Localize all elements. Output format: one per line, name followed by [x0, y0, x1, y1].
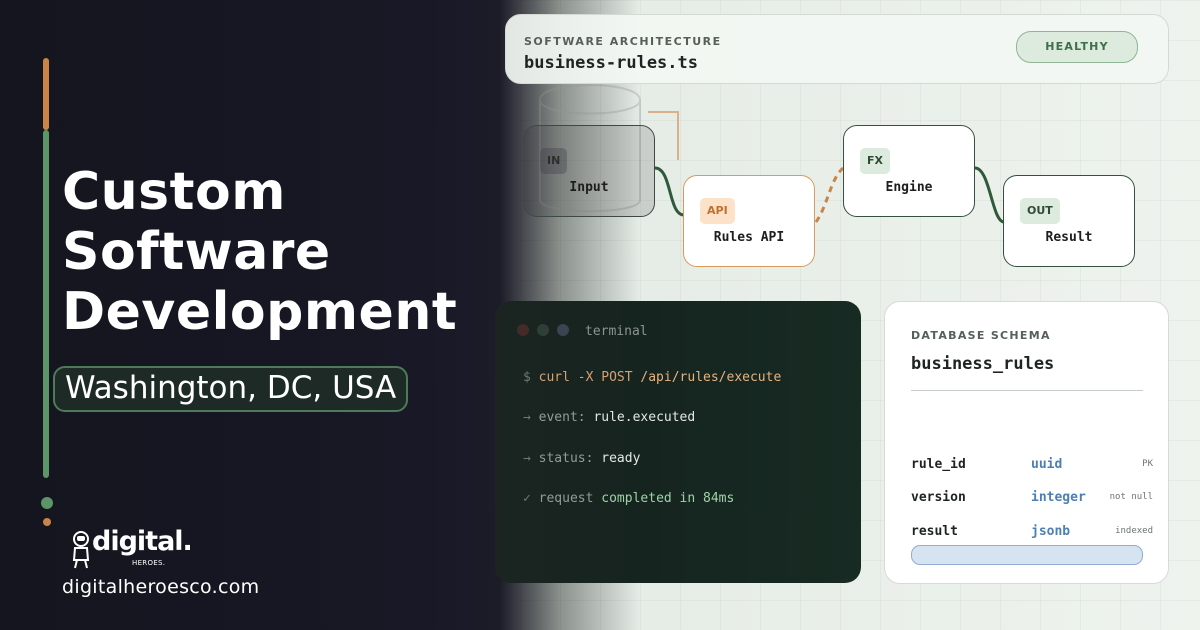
schema-highlight-bar	[911, 545, 1143, 565]
column-name: result	[911, 524, 958, 539]
node-tag: IN	[540, 148, 568, 174]
schema-divider	[911, 390, 1143, 391]
node-label: Result	[1045, 230, 1093, 245]
prompt-icon: $	[523, 370, 531, 385]
terminal-line: $ curl -X POST /api/rules/execute	[523, 370, 781, 385]
flow-node-result[interactable]: OUT Result	[1003, 175, 1135, 267]
window-dot-icon	[557, 324, 569, 336]
column-flag: not null	[1109, 492, 1153, 502]
terminal-text: status:	[538, 451, 602, 466]
arrow-right-icon: →	[523, 410, 531, 425]
terminal-text: /api/rules/execute	[640, 370, 782, 385]
schema-table-name: business_rules	[911, 354, 1055, 374]
schema-row: version integer not null	[911, 490, 1153, 508]
terminal-text: event:	[538, 410, 594, 425]
terminal-text: ready	[601, 451, 641, 466]
node-tag: OUT	[1020, 198, 1060, 224]
window-dot-icon	[537, 324, 549, 336]
flow-node-input[interactable]: IN Input	[523, 125, 655, 217]
column-flag: indexed	[1115, 526, 1153, 536]
terminal-title: terminal	[585, 324, 648, 339]
node-tag: API	[700, 198, 735, 224]
schema-row: result jsonb indexed	[911, 524, 1153, 542]
column-name: rule_id	[911, 457, 966, 472]
database-schema-card: DATABASE SCHEMA business_rules rule_id u…	[884, 301, 1169, 584]
column-type: jsonb	[1031, 524, 1071, 539]
connector-api-engine	[814, 166, 845, 223]
column-type: uuid	[1031, 457, 1063, 472]
terminal-line: ✓ request completed in 84ms	[523, 491, 734, 506]
flow-node-engine[interactable]: FX Engine	[843, 125, 975, 217]
column-type: integer	[1031, 490, 1086, 505]
node-label: Input	[569, 180, 609, 195]
column-name: version	[911, 490, 966, 505]
arrow-right-icon: →	[523, 451, 531, 466]
terminal-text: completed in 84ms	[601, 491, 735, 506]
connector-input-api	[654, 166, 685, 217]
terminal-text: rule.executed	[593, 410, 696, 425]
column-flag: PK	[1142, 459, 1153, 469]
terminal-text: request	[538, 491, 602, 506]
terminal-window	[495, 301, 861, 583]
flow-node-rules-api[interactable]: API Rules API	[683, 175, 815, 267]
terminal-line: → status: ready	[523, 451, 640, 466]
window-dot-icon	[517, 324, 529, 336]
terminal-text: curl -X POST	[538, 370, 641, 385]
node-label: Rules API	[713, 230, 785, 245]
connector-engine-result	[974, 166, 1005, 224]
terminal-line: → event: rule.executed	[523, 410, 695, 425]
schema-label: DATABASE SCHEMA	[911, 329, 1051, 342]
check-icon: ✓	[523, 491, 531, 506]
schema-row: rule_id uuid PK	[911, 457, 1153, 475]
node-tag: FX	[860, 148, 890, 174]
node-label: Engine	[885, 180, 933, 195]
